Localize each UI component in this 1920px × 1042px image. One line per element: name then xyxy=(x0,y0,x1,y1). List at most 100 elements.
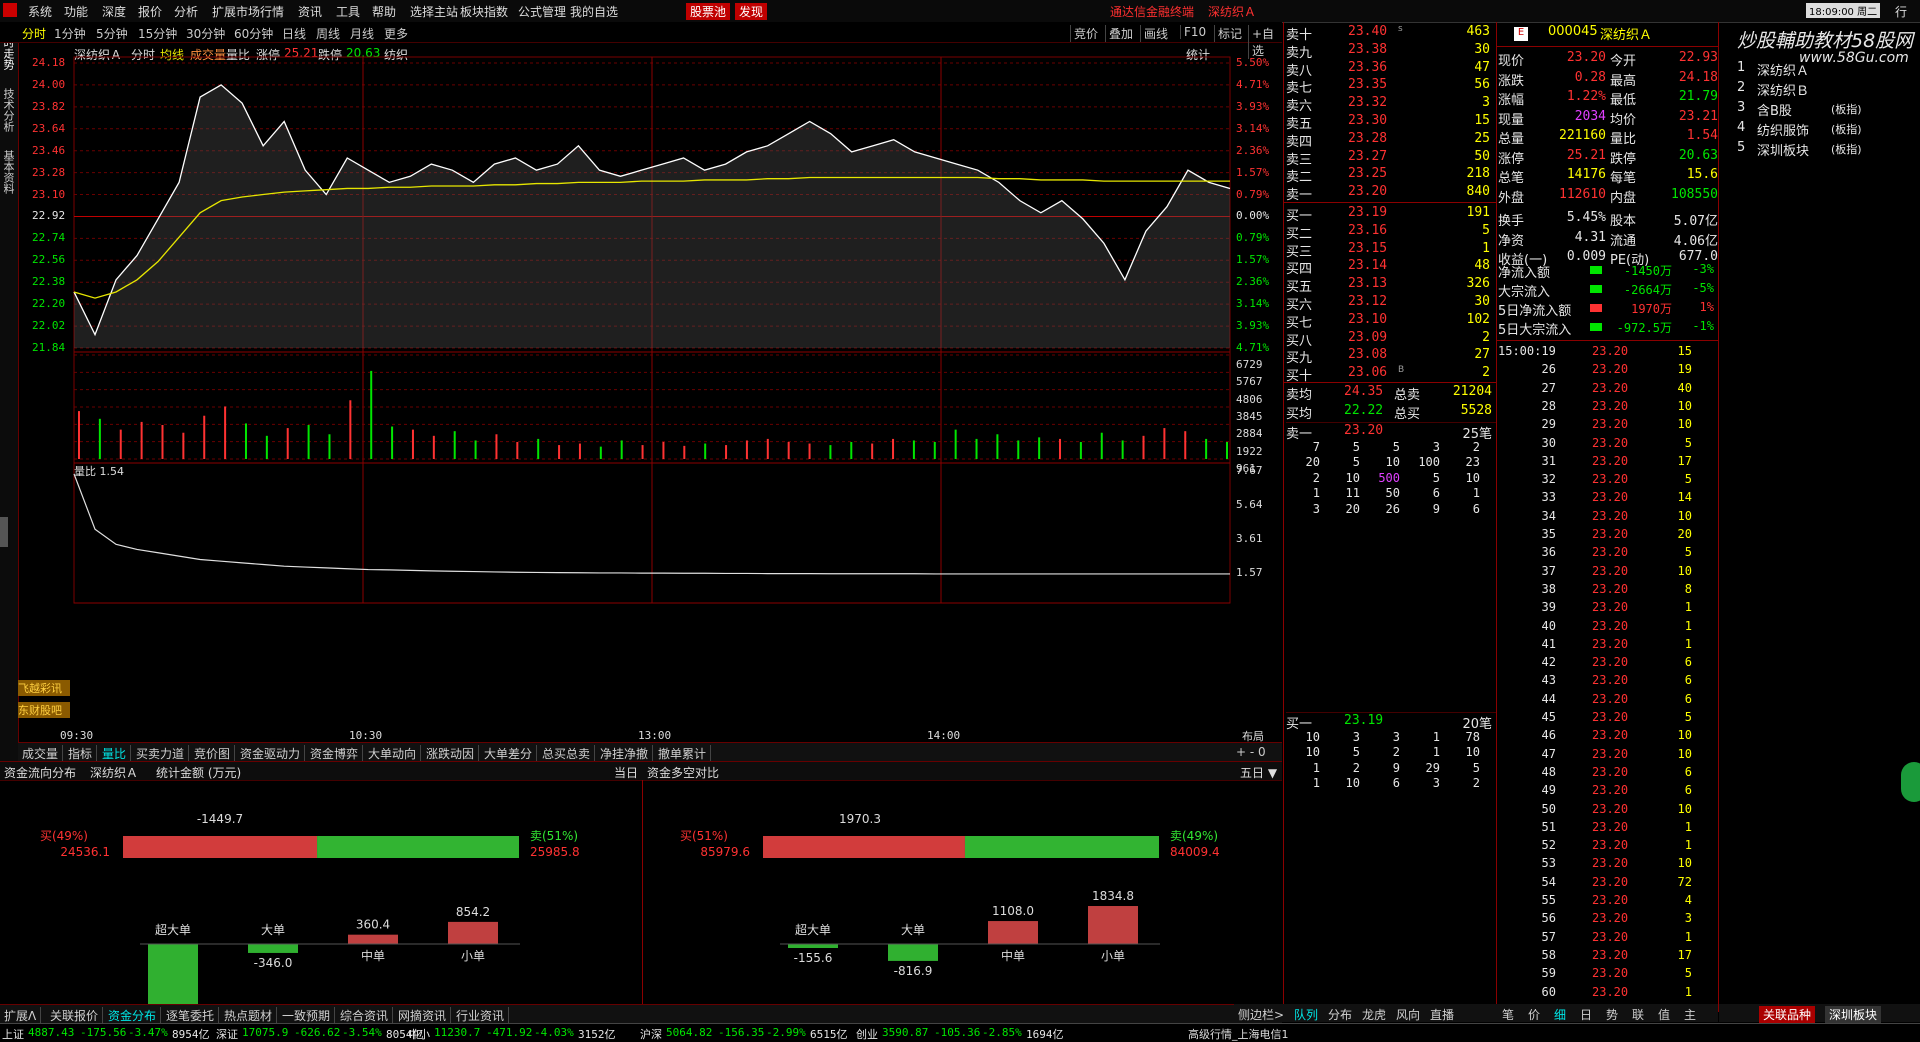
menu-item-1[interactable]: 功能 xyxy=(64,3,88,20)
quote-tab-5[interactable]: 联 xyxy=(1632,1006,1644,1023)
chart-tool-4[interactable]: 标记 xyxy=(1214,25,1242,42)
footer-tab-6[interactable]: 综合资讯 xyxy=(340,1007,394,1024)
indicator-tab-2[interactable]: 量比 xyxy=(102,745,132,762)
quote-tab-3[interactable]: 日 xyxy=(1580,1006,1592,1023)
side-badge-2[interactable]: 东财股吧 xyxy=(18,702,70,718)
zoom-controls[interactable]: + - 0 xyxy=(1236,745,1266,759)
period-tab-1[interactable]: 1分钟 xyxy=(54,25,86,42)
buy-row[interactable]: 买十 23.06 B 2 xyxy=(1286,365,1494,384)
footer-tab-7[interactable]: 网摘资讯 xyxy=(398,1007,452,1024)
footer-tab-1[interactable]: 关联报价 xyxy=(50,1007,104,1024)
price-volume-chart-svg[interactable] xyxy=(18,43,1282,741)
book-tab-4[interactable]: 风向 xyxy=(1396,1006,1420,1023)
fund-panel-today[interactable]: 当日 xyxy=(614,764,638,781)
menu-item-7[interactable]: 工具 xyxy=(336,3,360,20)
chart-tool-3[interactable]: F10 xyxy=(1180,25,1206,39)
menu-item-2[interactable]: 深度 xyxy=(102,3,126,20)
menu-item-6[interactable]: 资讯 xyxy=(298,3,322,20)
float-circle-icon[interactable] xyxy=(1901,762,1920,802)
quote-tab-0[interactable]: 笔 xyxy=(1502,1006,1514,1023)
menu-item-11[interactable]: 公式管理 xyxy=(518,3,566,20)
menu-item-5[interactable]: 扩展市场行情 xyxy=(212,3,284,20)
buy-row[interactable]: 买六 23.12 30 xyxy=(1286,294,1494,313)
book-tab-1[interactable]: 队列 xyxy=(1294,1006,1318,1023)
related-tab-products[interactable]: 关联品种 xyxy=(1759,1006,1816,1023)
indicator-tab-5[interactable]: 资金驱动力 xyxy=(240,745,306,762)
quote-badge-icon[interactable]: E xyxy=(1514,27,1528,41)
index-label[interactable]: 创业 xyxy=(856,1026,878,1042)
period-tab-8[interactable]: 月线 xyxy=(350,25,374,42)
related-name[interactable]: 深纺织Ａ xyxy=(1757,60,1809,79)
notice-stock[interactable]: 深纺织Ａ xyxy=(1208,3,1256,20)
stock-pool-button[interactable]: 股票池 xyxy=(686,3,731,20)
collapse-handle-icon[interactable] xyxy=(0,517,8,547)
related-name[interactable]: 深纺织Ｂ xyxy=(1757,80,1809,99)
menu-item-3[interactable]: 报价 xyxy=(138,3,162,20)
discover-button[interactable]: 发现 xyxy=(735,3,768,20)
menu-item-12[interactable]: 我的自选 xyxy=(570,3,618,20)
menu-right[interactable]: 行 xyxy=(1895,3,1907,20)
indicator-tab-4[interactable]: 竞价图 xyxy=(194,745,236,762)
sell-row[interactable]: 卖二 23.25 218 xyxy=(1286,166,1494,185)
period-tab-0[interactable]: 分时 xyxy=(22,25,46,42)
indicator-tab-8[interactable]: 涨跌动因 xyxy=(426,745,480,762)
sell-row[interactable]: 卖四 23.28 25 xyxy=(1286,131,1494,150)
side-tab-technical[interactable]: 技术分析 xyxy=(2,88,16,132)
indicator-tab-12[interactable]: 撤单累计 xyxy=(658,745,712,762)
index-label[interactable]: 中小 xyxy=(408,1026,430,1042)
chart-tool-1[interactable]: 叠加 xyxy=(1105,25,1133,42)
book-tab-3[interactable]: 龙虎 xyxy=(1362,1006,1386,1023)
related-name[interactable]: 纺织服饰 xyxy=(1757,120,1809,139)
indicator-tab-11[interactable]: 净挂净撤 xyxy=(600,745,654,762)
related-name[interactable]: 深圳板块 xyxy=(1757,140,1809,159)
book-tab-0[interactable]: 侧边栏> xyxy=(1238,1006,1284,1023)
index-label[interactable]: 深证 xyxy=(216,1026,238,1042)
notice-text[interactable]: 通达信金融终端 xyxy=(1110,3,1194,20)
intraday-chart[interactable]: 深纺织Ａ 分时 均线 成交量 量比 涨停 25.21 跌停 20.63 纺织 统… xyxy=(18,43,1282,743)
quote-tab-2[interactable]: 细 xyxy=(1554,1006,1566,1023)
sell-row[interactable]: 卖一 23.20 840 xyxy=(1286,184,1494,203)
menu-item-4[interactable]: 分析 xyxy=(174,3,198,20)
sell-row[interactable]: 卖七 23.35 56 xyxy=(1286,77,1494,96)
side-badge-1[interactable]: 飞越彩讯 xyxy=(18,680,70,696)
period-tab-2[interactable]: 5分钟 xyxy=(96,25,128,42)
chart-tool-0[interactable]: 竞价 xyxy=(1070,25,1098,42)
menu-item-9[interactable]: 选择主站 xyxy=(410,3,458,20)
side-tab-fundamental[interactable]: 基本资料 xyxy=(2,150,16,194)
index-label[interactable]: 沪深 xyxy=(640,1026,662,1042)
footer-tab-2[interactable]: 资金分布 xyxy=(108,1007,162,1024)
menu-item-8[interactable]: 帮助 xyxy=(372,3,396,20)
period-tab-5[interactable]: 60分钟 xyxy=(234,25,273,42)
sell-row[interactable]: 卖三 23.27 50 xyxy=(1286,149,1494,168)
sell-row[interactable]: 卖十 23.40 s 463 xyxy=(1286,24,1494,43)
period-tab-3[interactable]: 15分钟 xyxy=(138,25,177,42)
related-tab-sector[interactable]: 深圳板块 xyxy=(1825,1006,1882,1023)
fund-panel-title[interactable]: 资金流向分布 xyxy=(4,764,76,781)
footer-tab-4[interactable]: 热点题材 xyxy=(224,1007,278,1024)
index-label[interactable]: 上证 xyxy=(2,1026,24,1042)
footer-tab-3[interactable]: 逐笔委托 xyxy=(166,1007,220,1024)
sell-row[interactable]: 卖五 23.30 15 xyxy=(1286,113,1494,132)
footer-tab-5[interactable]: 一致预期 xyxy=(282,1007,336,1024)
book-tab-5[interactable]: 直播 xyxy=(1430,1006,1454,1023)
indicator-tab-7[interactable]: 大单动向 xyxy=(368,745,422,762)
period-tab-4[interactable]: 30分钟 xyxy=(186,25,225,42)
indicator-tab-9[interactable]: 大单差分 xyxy=(484,745,538,762)
period-tab-7[interactable]: 周线 xyxy=(316,25,340,42)
quote-tab-6[interactable]: 值 xyxy=(1658,1006,1670,1023)
sell-row[interactable]: 卖六 23.32 3 xyxy=(1286,95,1494,114)
period-tab-9[interactable]: 更多 xyxy=(384,25,408,42)
sell-row[interactable]: 卖九 23.38 30 xyxy=(1286,42,1494,61)
chart-tool-2[interactable]: 画线 xyxy=(1140,25,1168,42)
footer-tab-8[interactable]: 行业资讯 xyxy=(456,1007,510,1024)
indicator-tab-6[interactable]: 资金博弈 xyxy=(310,745,364,762)
quote-tab-7[interactable]: 主 xyxy=(1684,1006,1696,1023)
related-name[interactable]: 含B股 xyxy=(1757,100,1792,119)
buy-row[interactable]: 买一 23.19 191 xyxy=(1286,205,1494,224)
menu-item-10[interactable]: 板块指数 xyxy=(460,3,508,20)
buy-row[interactable]: 买四 23.14 48 xyxy=(1286,258,1494,277)
sell-row[interactable]: 卖八 23.36 47 xyxy=(1286,60,1494,79)
quote-tab-1[interactable]: 价 xyxy=(1528,1006,1540,1023)
book-tab-2[interactable]: 分布 xyxy=(1328,1006,1352,1023)
app-logo-icon[interactable] xyxy=(3,3,17,17)
